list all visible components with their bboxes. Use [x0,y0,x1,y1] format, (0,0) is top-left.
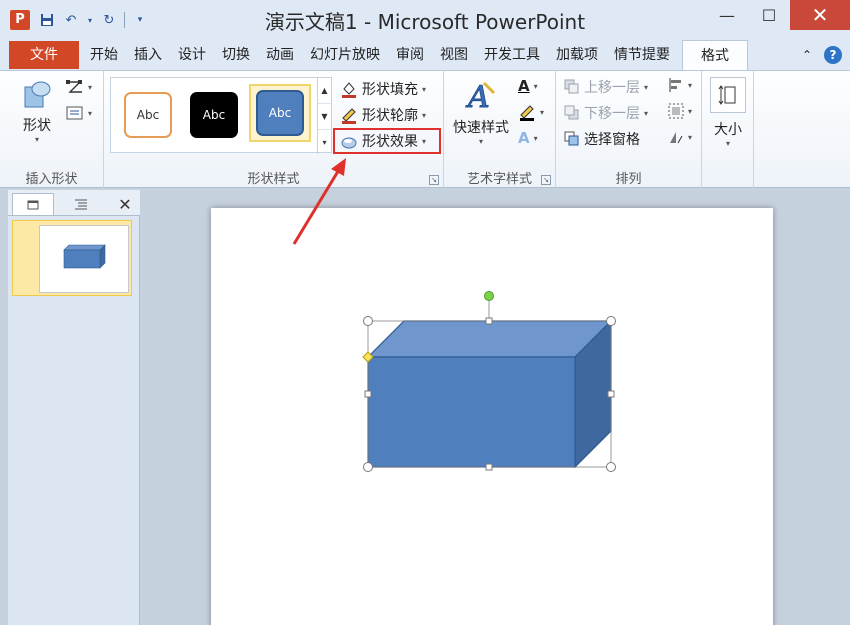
annotation-arrow-overlay [292,158,346,245]
red-arrow-icon [292,167,342,245]
